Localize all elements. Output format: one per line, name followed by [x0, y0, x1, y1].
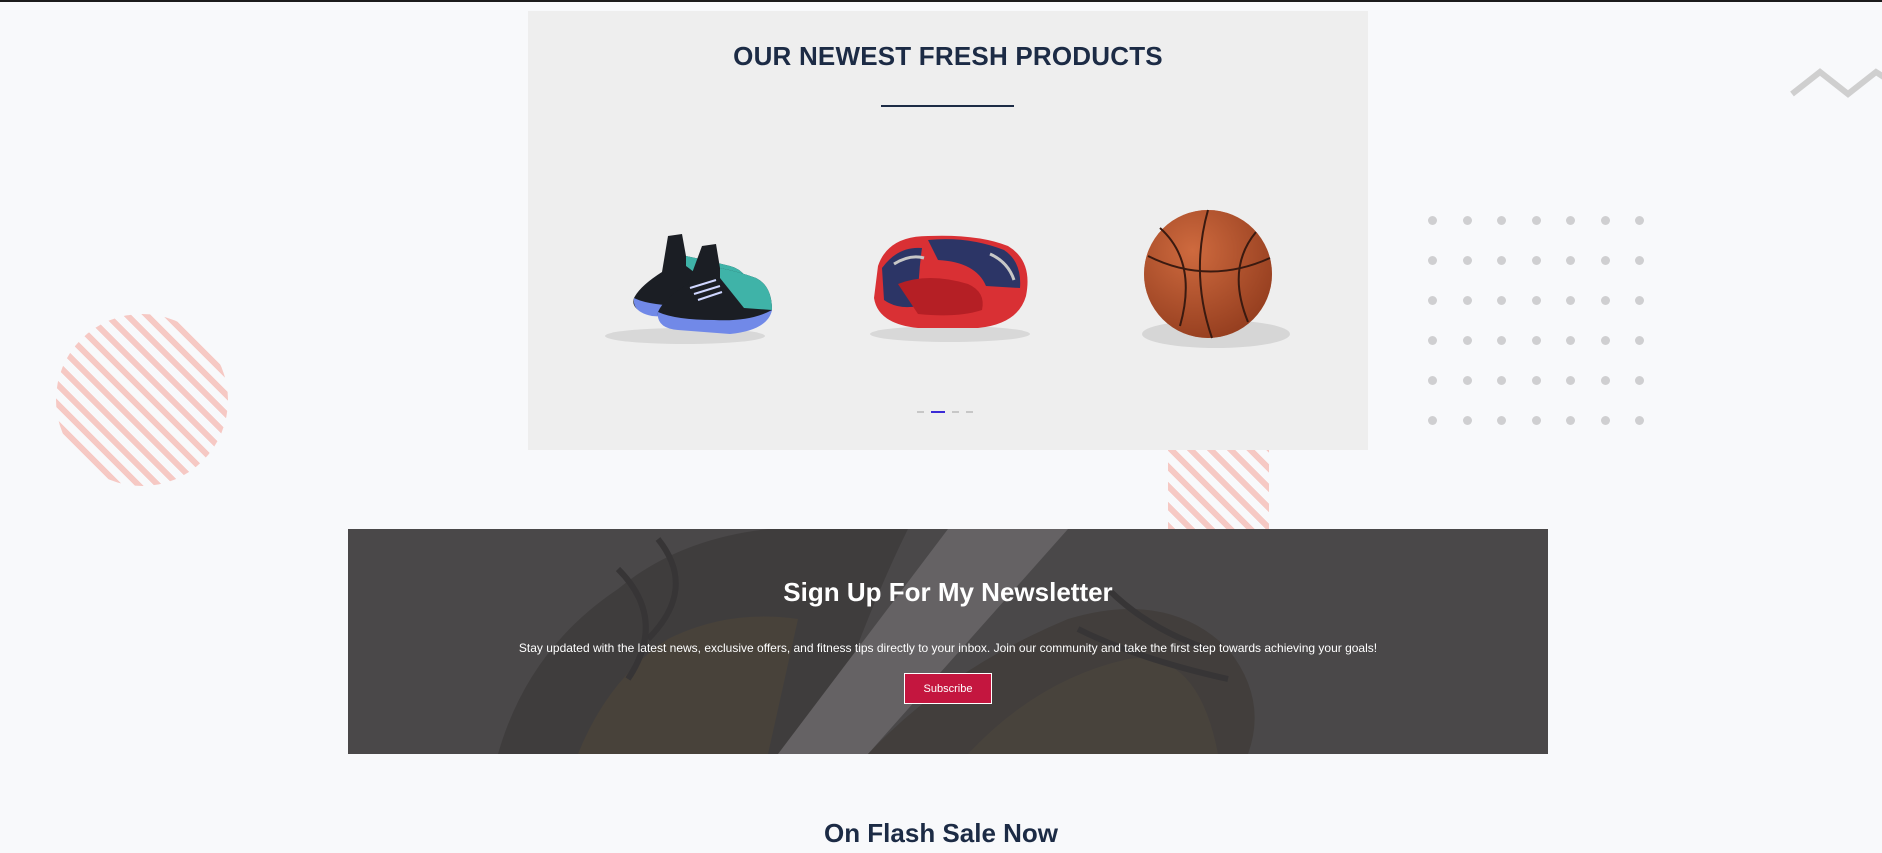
hockey-glove-icon [870, 235, 1030, 342]
sneakers-icon [605, 234, 772, 344]
newsletter-section: Sign Up For My Newsletter Stay updated w… [348, 529, 1548, 754]
newsletter-description: Stay updated with the latest news, exclu… [518, 641, 1378, 655]
products-title: OUR NEWEST FRESH PRODUCTS [733, 41, 1163, 71]
flash-sale-title: On Flash Sale Now [823, 818, 1059, 848]
carousel-pagination [917, 411, 973, 413]
product-card-basketball[interactable] [1110, 181, 1310, 381]
striped-rect-decoration [1168, 450, 1269, 530]
basketball-icon [1142, 209, 1290, 348]
product-card-hockey-glove[interactable] [848, 181, 1048, 381]
striped-circle-decoration [56, 314, 228, 486]
subscribe-button[interactable]: Subscribe [904, 673, 992, 704]
newest-products-section: OUR NEWEST FRESH PRODUCTS [528, 11, 1368, 450]
title-underline [881, 105, 1014, 107]
carousel-dot-4[interactable] [966, 411, 973, 413]
carousel-dot-2-active[interactable] [931, 411, 945, 413]
zigzag-decoration [1790, 68, 1882, 98]
carousel-dot-3[interactable] [952, 411, 959, 413]
product-card-sneakers[interactable] [580, 181, 780, 381]
carousel-dot-1[interactable] [917, 411, 924, 413]
newsletter-title: Sign Up For My Newsletter [783, 577, 1113, 607]
dot-grid-decoration [1428, 216, 1644, 425]
